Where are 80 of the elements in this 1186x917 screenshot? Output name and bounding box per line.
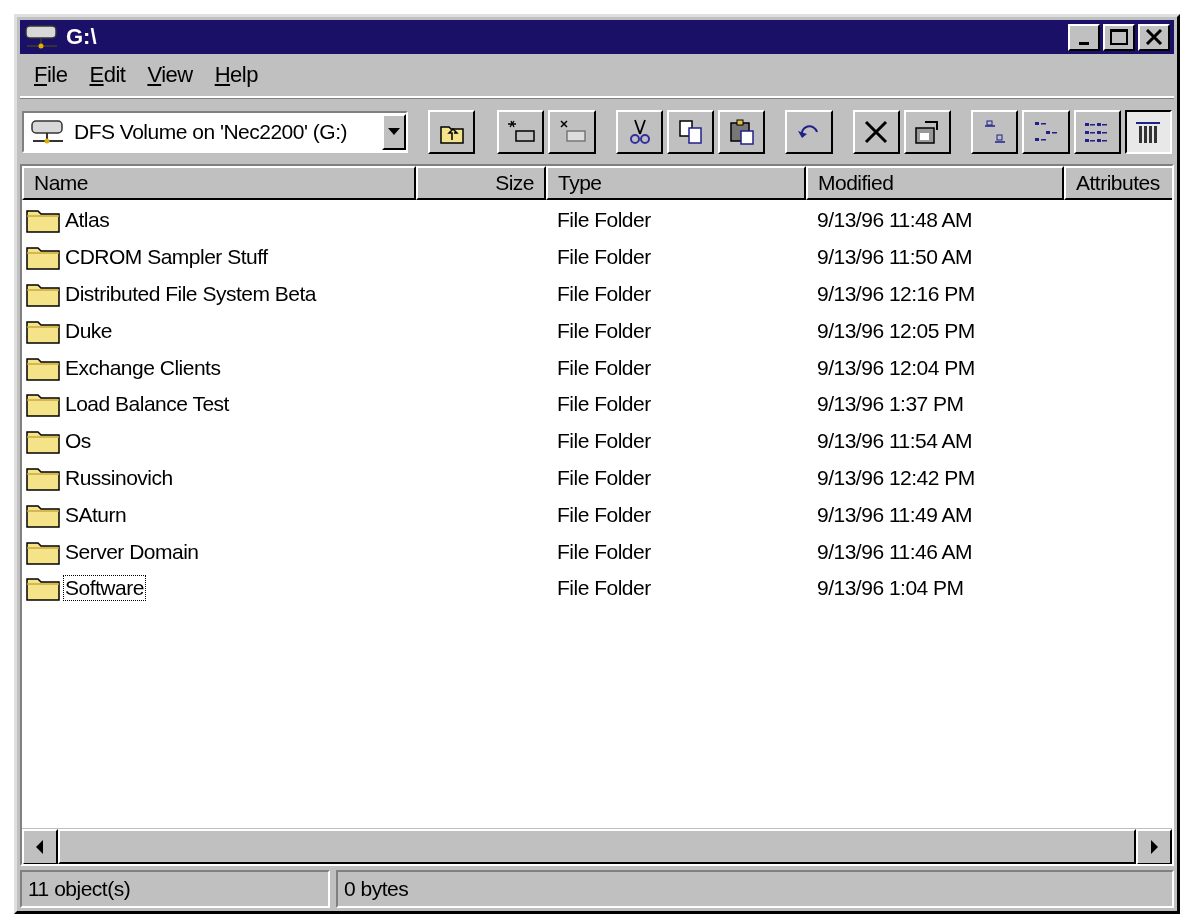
- network-drive-icon: [24, 23, 60, 51]
- file-name[interactable]: Distributed File System Beta: [64, 282, 317, 306]
- menu-item[interactable]: File: [26, 62, 76, 88]
- maximize-icon: [1109, 28, 1129, 46]
- file-name[interactable]: Duke: [64, 318, 114, 343]
- modified-date: 9/13/96 1:04 PM: [816, 576, 965, 601]
- up-folder-button[interactable]: [427, 109, 476, 154]
- file-type: File Folder: [556, 355, 652, 380]
- modified-date: 9/13/96 12:16 PM: [816, 282, 976, 306]
- close-icon: [1145, 29, 1163, 45]
- file-name[interactable]: Os: [64, 429, 92, 454]
- cut-button[interactable]: [615, 109, 663, 154]
- status-panel: 11 object(s): [20, 870, 330, 908]
- left-arrow-icon: [36, 840, 44, 854]
- file-type: File Folder: [556, 318, 652, 343]
- copy-button[interactable]: [666, 109, 715, 154]
- file-name[interactable]: Load Balance Test: [64, 392, 230, 417]
- copy-icon: [676, 117, 705, 146]
- modified-date: 9/13/96 11:54 AM: [816, 429, 974, 454]
- menu-item[interactable]: Help: [206, 62, 266, 88]
- file-type: File Folder: [556, 539, 652, 564]
- modified-date: 9/13/96 1:37 PM: [816, 392, 965, 417]
- file-name[interactable]: Russinovich: [64, 465, 174, 490]
- folder-icon: [26, 391, 60, 418]
- small-icons-button[interactable]: [1022, 109, 1070, 154]
- clipboard-icon: [727, 117, 756, 146]
- file-name[interactable]: Software: [64, 576, 145, 601]
- folder-icon: [26, 244, 60, 271]
- disconnect-button[interactable]: [548, 109, 596, 154]
- column-header[interactable]: Size: [416, 166, 546, 200]
- undo-button[interactable]: [785, 109, 833, 154]
- close-button[interactable]: [1138, 23, 1170, 51]
- right-arrow-icon: [1150, 840, 1158, 854]
- modified-date: 9/13/96 11:49 AM: [816, 502, 974, 527]
- column-header[interactable]: Modified: [806, 166, 1064, 200]
- maximize-button[interactable]: [1103, 23, 1135, 51]
- file-name[interactable]: Server Domain: [64, 539, 200, 564]
- file-type: File Folder: [556, 208, 652, 233]
- paste-button[interactable]: [718, 109, 766, 154]
- folder-icon: [26, 281, 60, 307]
- file-name[interactable]: CDROM Sampler Stuff: [64, 245, 269, 270]
- properties-button[interactable]: [903, 109, 952, 154]
- delete-button[interactable]: [852, 109, 900, 154]
- address-dropdown[interactable]: DFS Volume on 'Nec2200' (G:): [22, 110, 408, 153]
- caret-icon: [387, 127, 400, 136]
- network-drive-icon: [30, 117, 66, 146]
- menu-item[interactable]: View: [139, 62, 201, 88]
- modified-date: 9/13/96 12:05 PM: [816, 318, 976, 343]
- column-header[interactable]: Type: [546, 166, 806, 200]
- column-header[interactable]: Attributes: [1064, 166, 1172, 200]
- file-type: File Folder: [556, 392, 652, 417]
- status-panel: 0 bytes: [336, 870, 1174, 908]
- modified-date: 9/13/96 11:50 AM: [816, 245, 974, 270]
- list-button[interactable]: [1073, 109, 1121, 154]
- file-type: File Folder: [556, 576, 652, 601]
- file-name[interactable]: SAturn: [64, 502, 128, 527]
- folder-icon: [26, 575, 60, 602]
- menu-item[interactable]: Edit: [81, 62, 134, 88]
- map-drive-button[interactable]: [497, 109, 545, 154]
- file-name[interactable]: Exchange Clients: [64, 355, 222, 380]
- modified-date: 9/13/96 12:42 PM: [816, 465, 976, 490]
- folder-icon: [26, 428, 60, 455]
- modified-date: 9/13/96 12:04 PM: [816, 355, 976, 380]
- folder-icon: [26, 207, 60, 234]
- file-type: File Folder: [556, 429, 652, 454]
- file-type: File Folder: [556, 282, 652, 306]
- scroll-left-button[interactable]: [22, 829, 58, 864]
- minimize-icon: [1079, 41, 1089, 45]
- details-button[interactable]: [1124, 109, 1172, 154]
- scroll-right-button[interactable]: [1136, 829, 1172, 864]
- large-icons-button[interactable]: [971, 109, 1019, 154]
- column-header[interactable]: Name: [22, 166, 416, 200]
- file-type: File Folder: [556, 465, 652, 490]
- file-type: File Folder: [556, 502, 652, 527]
- minimize-button[interactable]: [1068, 23, 1100, 51]
- modified-date: 9/13/96 11:48 AM: [816, 208, 974, 233]
- file-type: File Folder: [556, 245, 652, 270]
- file-name[interactable]: Atlas: [64, 208, 111, 233]
- modified-date: 9/13/96 11:46 AM: [816, 539, 974, 564]
- window-title: G:\: [66, 24, 97, 50]
